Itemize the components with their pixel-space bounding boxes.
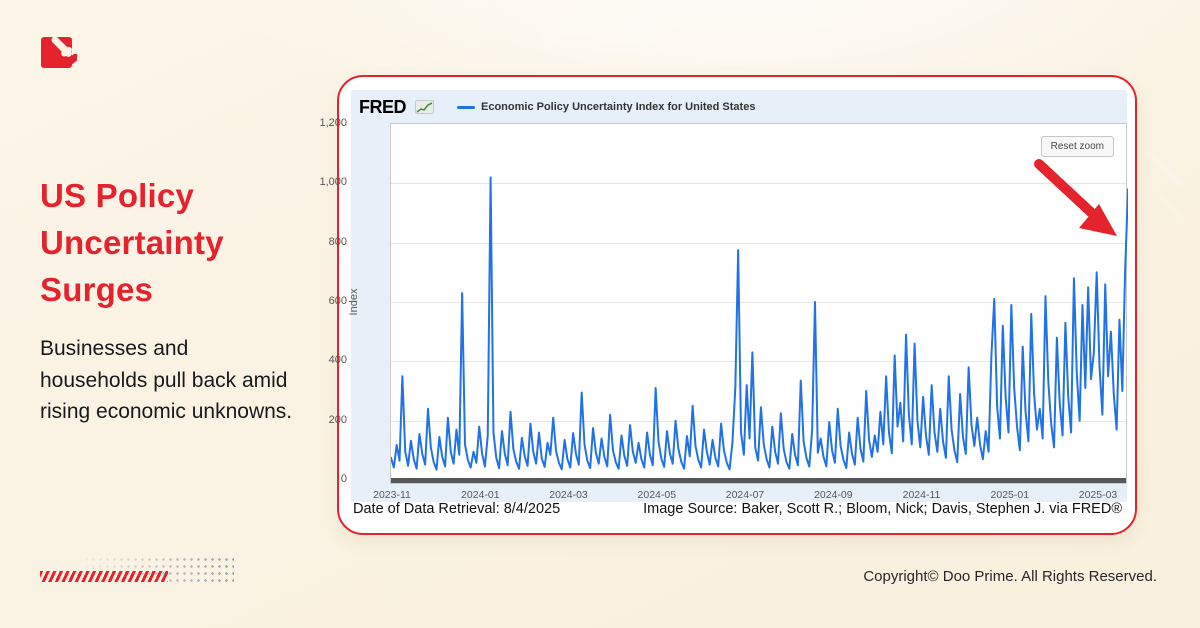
- y-tick-label: 800: [329, 236, 347, 248]
- x-tick-label: 2025-01: [991, 489, 1030, 501]
- legend-item: Economic Policy Uncertainty Index for Un…: [457, 101, 755, 113]
- legend-label: Economic Policy Uncertainty Index for Un…: [481, 101, 755, 113]
- y-axis-title: Index: [348, 272, 360, 332]
- image-source: Image Source: Baker, Scott R.; Bloom, Ni…: [643, 501, 1122, 517]
- red-stripe-decoration: [40, 571, 168, 582]
- background-streak: [1148, 152, 1182, 186]
- fred-logo: FRED: [359, 97, 406, 118]
- x-tick-label: 2023-11: [373, 489, 411, 501]
- y-tick-label: 400: [329, 354, 347, 366]
- copyright-text: Copyright© Doo Prime. All Rights Reserve…: [863, 568, 1157, 585]
- y-tick-label: 200: [329, 414, 347, 426]
- x-tick-label: 2024-07: [726, 489, 765, 501]
- y-tick-label: 1,200: [319, 117, 347, 129]
- x-tick-label: 2024-09: [814, 489, 853, 501]
- doo-prime-logo: [41, 37, 77, 71]
- plot-area[interactable]: [390, 123, 1127, 484]
- y-tick-label: 0: [341, 473, 347, 485]
- y-axis-tick-labels: 1,2001,0008006004002000: [303, 123, 347, 484]
- fred-sparkline-icon: [415, 100, 434, 114]
- fred-chart-widget: FRED Economic Policy Uncertainty Index f…: [351, 90, 1127, 502]
- y-tick-label: 1,000: [319, 176, 347, 188]
- chart-card: FRED Economic Policy Uncertainty Index f…: [337, 75, 1137, 535]
- chart-legend-row: FRED Economic Policy Uncertainty Index f…: [359, 96, 755, 118]
- x-tick-label: 2024-03: [549, 489, 588, 501]
- x-tick-label: 2024-01: [461, 489, 500, 501]
- reset-zoom-button[interactable]: Reset zoom: [1041, 136, 1114, 157]
- page-title: US Policy Uncertainty Surges: [40, 172, 295, 313]
- background-glow: [545, 18, 665, 44]
- y-tick-label: 600: [329, 295, 347, 307]
- epu-line-series: [391, 124, 1128, 480]
- page-background: US Policy Uncertainty Surges Businesses …: [0, 0, 1200, 628]
- x-tick-label: 2024-11: [903, 489, 941, 501]
- background-glow: [680, 34, 830, 54]
- x-tick-label: 2025-03: [1079, 489, 1118, 501]
- red-arrow-icon: [1033, 158, 1125, 250]
- x-tick-label: 2024-05: [638, 489, 677, 501]
- retrieval-date: Date of Data Retrieval: 8/4/2025: [353, 501, 560, 517]
- background-streak: [1159, 195, 1182, 218]
- legend-line-swatch: [457, 106, 475, 109]
- page-subtitle: Businesses and households pull back amid…: [40, 333, 298, 428]
- x-axis-band: [391, 478, 1126, 483]
